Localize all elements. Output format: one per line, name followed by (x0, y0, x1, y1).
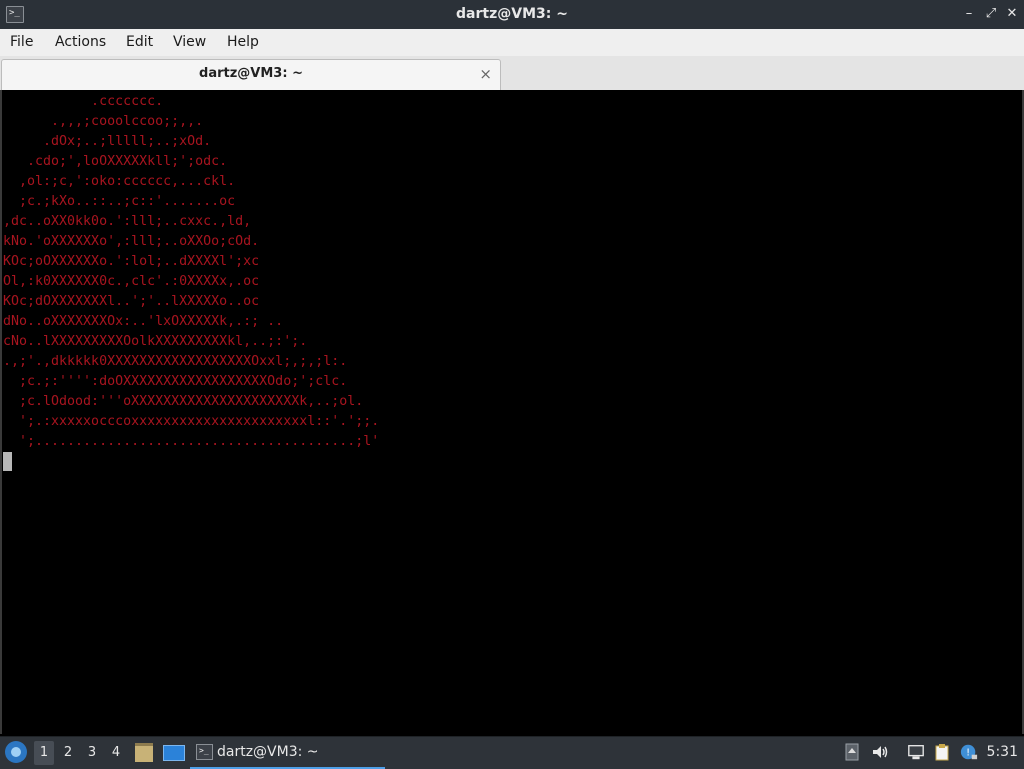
menu-actions[interactable]: Actions (55, 29, 106, 56)
terminal-icon: >_ (196, 744, 213, 760)
workspace-2[interactable]: 2 (58, 741, 78, 765)
network-icon[interactable] (907, 743, 925, 761)
tab-bar: dartz@VM3: ~ × (0, 56, 1024, 91)
taskbar: 1 2 3 4 >_ dartz@VM3: ~ ! 5:31 (0, 736, 1024, 769)
menu-bar: File Actions Edit View Help (0, 29, 1024, 56)
tab-terminal[interactable]: dartz@VM3: ~ × (1, 59, 501, 90)
menu-view[interactable]: View (173, 29, 206, 56)
workspace-1[interactable]: 1 (34, 741, 54, 765)
task-label: dartz@VM3: ~ (217, 744, 319, 760)
terminal-left-border (0, 90, 2, 734)
volume-icon[interactable] (871, 743, 889, 761)
window-titlebar[interactable]: >_ dartz@VM3: ~ – ⤢ ✕ (0, 0, 1024, 29)
workspace-4[interactable]: 4 (106, 741, 126, 765)
file-manager-icon[interactable] (135, 743, 153, 762)
clipboard-icon[interactable] (933, 743, 951, 761)
maximize-icon[interactable]: ⤢ (984, 7, 998, 21)
menu-edit[interactable]: Edit (126, 29, 153, 56)
tray-expand-icon[interactable] (843, 743, 861, 761)
show-desktop-icon[interactable] (163, 745, 185, 761)
clock[interactable]: 5:31 (987, 737, 1018, 768)
terminal-cursor (3, 452, 12, 471)
terminal-view[interactable]: .ccccccc. .,,,;cooolccoo;;,,. .dOx;..;ll… (0, 90, 1024, 734)
menu-help[interactable]: Help (227, 29, 259, 56)
close-icon[interactable]: ✕ (1005, 7, 1019, 21)
svg-text:!: ! (966, 748, 970, 759)
window-title: dartz@VM3: ~ (456, 6, 568, 22)
terminal-output: .ccccccc. .,,,;cooolccoo;;,,. .dOx;..;ll… (3, 94, 380, 449)
tab-label: dartz@VM3: ~ (199, 66, 303, 81)
menu-file[interactable]: File (10, 29, 33, 56)
workspace-3[interactable]: 3 (82, 741, 102, 765)
minimize-icon[interactable]: – (962, 7, 976, 21)
start-menu-icon[interactable] (5, 741, 27, 763)
tab-close-icon[interactable]: × (479, 65, 492, 83)
notification-icon[interactable]: ! (960, 743, 978, 761)
taskbar-task-terminal[interactable]: >_ dartz@VM3: ~ (190, 739, 385, 769)
